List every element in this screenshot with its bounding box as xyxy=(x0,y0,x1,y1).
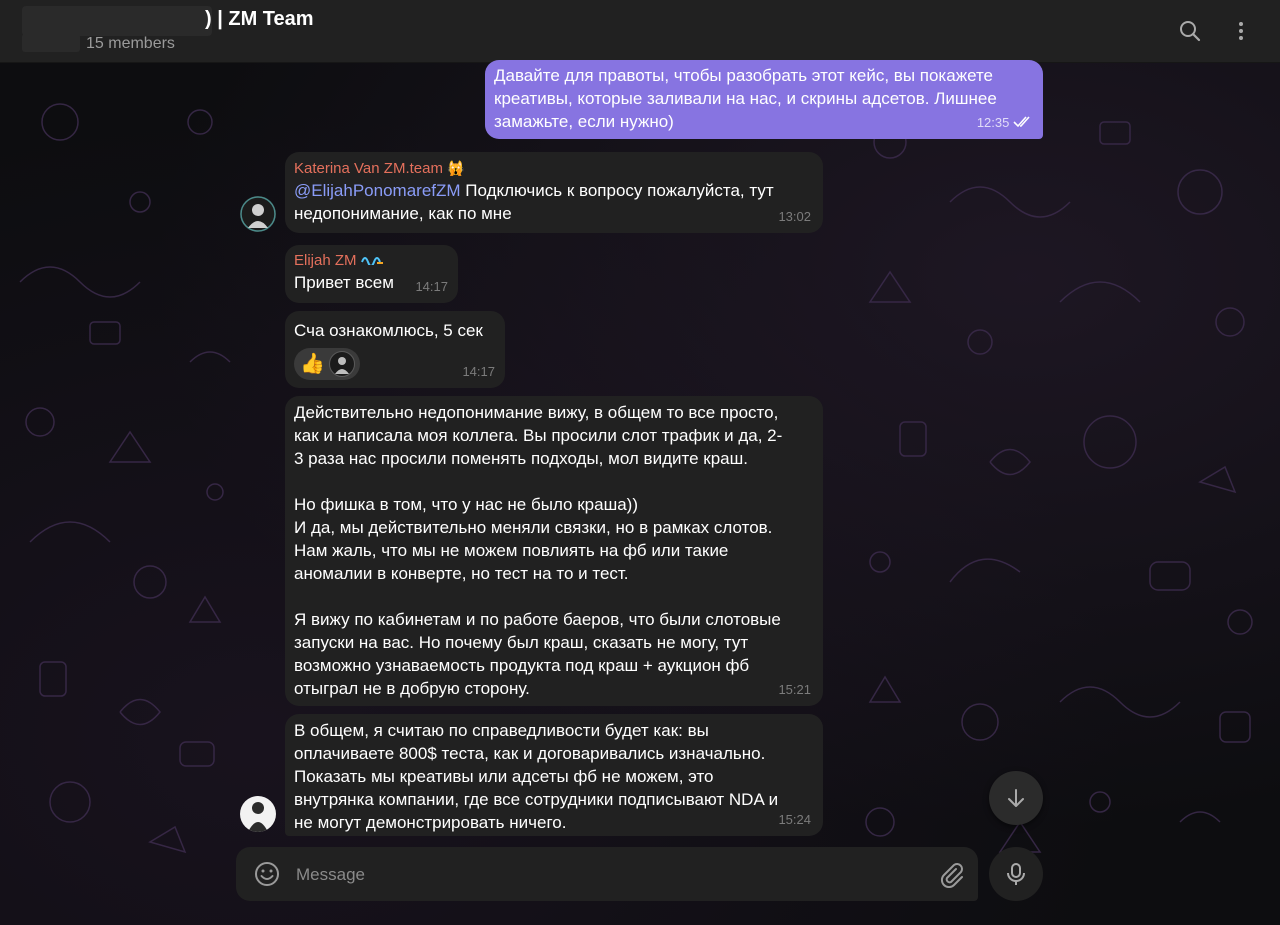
scroll-down-button[interactable] xyxy=(989,771,1043,825)
message-incoming[interactable]: Действительно недопонимание вижу, в обще… xyxy=(285,396,823,706)
attach-icon[interactable] xyxy=(936,860,964,889)
message-outgoing[interactable]: Давайте для правоты, чтобы разобрать это… xyxy=(485,60,1043,139)
message-time: 14:17 xyxy=(462,364,495,379)
reaction-chip[interactable]: 👍 xyxy=(294,348,360,380)
reactor-avatar xyxy=(328,351,355,377)
message-text: Действительно недопонимание вижу, в обще… xyxy=(294,403,783,698)
sender-badge-emoji: 🙀 xyxy=(447,160,465,176)
redacted-chat-avatar xyxy=(22,6,212,36)
message-body: @ElijahPonomarefZM Подключись к вопросу … xyxy=(294,179,813,225)
thumbs-up-reaction: 👍 xyxy=(300,353,325,375)
message-text: В общем, я считаю по справедливости буде… xyxy=(294,721,779,832)
sender-name: Katerina Van ZM.team xyxy=(294,160,443,177)
avatar[interactable] xyxy=(240,196,276,232)
more-vertical-icon[interactable] xyxy=(1224,14,1258,48)
message-time: 13:02 xyxy=(778,209,811,224)
sender-row: Katerina Van ZM.team 🙀 xyxy=(294,158,813,179)
chat-header[interactable]: ) | ZM Team 15 members xyxy=(0,0,1280,63)
message-time: 15:21 xyxy=(778,682,811,697)
mic-icon xyxy=(1007,863,1025,885)
arrow-down-icon xyxy=(1008,789,1024,807)
message-time: 12:35 xyxy=(976,115,1010,130)
sender-row: Elijah ZM xyxy=(294,251,448,271)
redacted-area xyxy=(22,34,80,52)
message-composer xyxy=(236,847,978,901)
message-incoming[interactable]: Katerina Van ZM.team 🙀 @ElijahPonomarefZ… xyxy=(285,152,823,233)
double-check-icon xyxy=(1013,116,1030,128)
message-incoming[interactable]: Elijah ZM Привет всем 14:17 xyxy=(285,245,458,303)
message-input[interactable] xyxy=(294,859,918,891)
voice-record-button[interactable] xyxy=(989,847,1043,901)
member-count: 15 members xyxy=(86,35,175,52)
message-text: Сча ознакомлюсь, 5 сек xyxy=(294,321,483,340)
search-icon[interactable] xyxy=(1173,14,1207,48)
chat-title: ) | ZM Team xyxy=(205,8,314,30)
avatar[interactable] xyxy=(240,796,276,832)
emoji-icon[interactable] xyxy=(253,860,281,888)
sender-name: Elijah ZM xyxy=(294,252,357,269)
mention-link[interactable]: @ElijahPonomarefZM xyxy=(294,181,461,200)
message-incoming[interactable]: В общем, я считаю по справедливости буде… xyxy=(285,714,823,836)
message-time: 14:17 xyxy=(415,279,448,294)
message-time: 15:24 xyxy=(778,812,811,827)
message-text: Давайте для правоты, чтобы разобрать это… xyxy=(494,66,997,131)
chat-window: ) | ZM Team 15 members Давайте для право… xyxy=(0,0,1280,925)
message-incoming[interactable]: Сча ознакомлюсь, 5 сек 👍 14:17 xyxy=(285,311,505,388)
message-meta: 12:35 xyxy=(977,111,1033,134)
sender-badge-icon xyxy=(360,257,383,267)
